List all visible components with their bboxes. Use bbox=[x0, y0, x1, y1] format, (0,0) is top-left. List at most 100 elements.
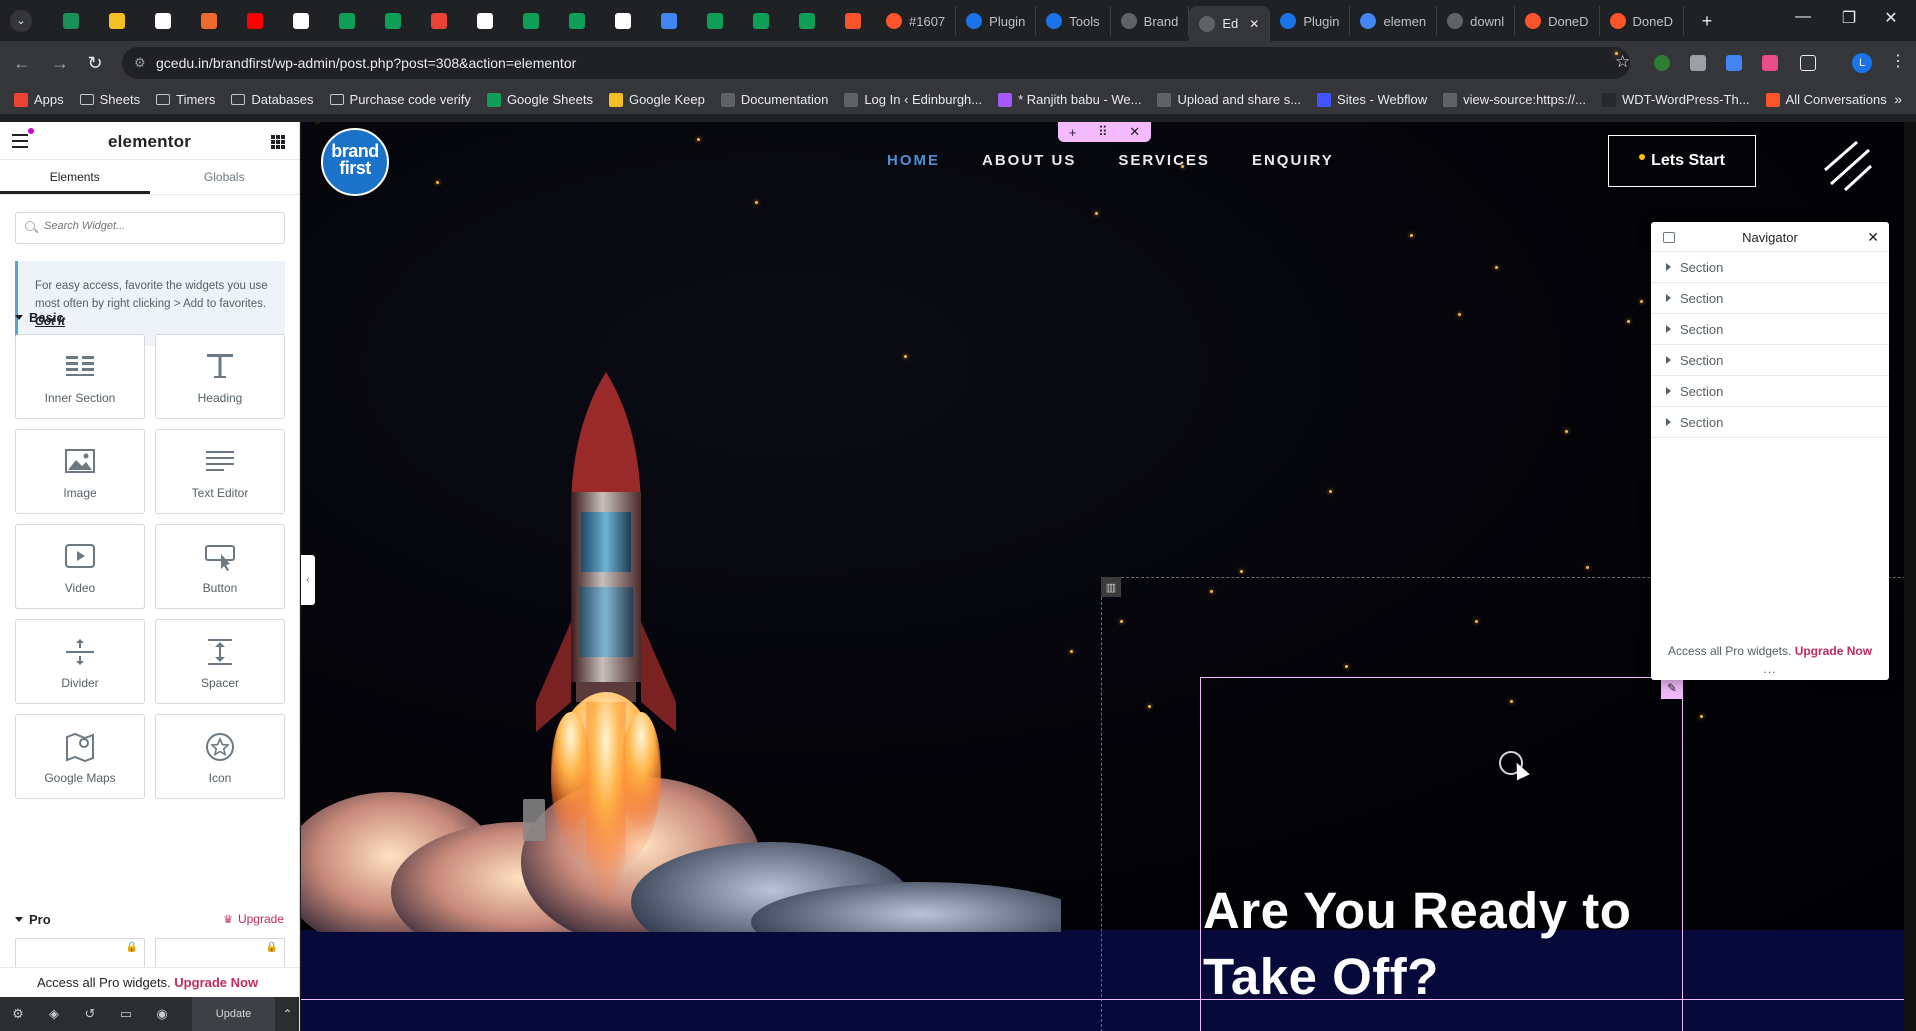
browser-tab[interactable] bbox=[600, 6, 646, 36]
browser-tab[interactable] bbox=[692, 6, 738, 36]
bookmark-item[interactable]: Sheets bbox=[79, 92, 140, 107]
widget-video[interactable]: Video bbox=[15, 524, 145, 609]
browser-tab[interactable] bbox=[738, 6, 784, 36]
close-window-icon[interactable]: ✕ bbox=[1868, 8, 1914, 28]
browser-tab[interactable] bbox=[416, 6, 462, 36]
navigator-item[interactable]: Section bbox=[1651, 345, 1889, 376]
hero-heading[interactable]: Are You Ready to Take Off? bbox=[1203, 878, 1663, 1010]
widget-spacer[interactable]: Spacer bbox=[155, 619, 285, 704]
canvas-scrollbar[interactable] bbox=[1904, 122, 1916, 1031]
search-input[interactable] bbox=[44, 220, 274, 232]
navigator-item[interactable]: Section bbox=[1651, 314, 1889, 345]
browser-tab[interactable] bbox=[370, 6, 416, 36]
extension-icon[interactable] bbox=[1654, 55, 1670, 71]
widget-inner-section[interactable]: Inner Section bbox=[15, 334, 145, 419]
navigator-item[interactable]: Section bbox=[1651, 376, 1889, 407]
navigator-resize-handle[interactable]: ... bbox=[1651, 662, 1889, 676]
url-text[interactable]: gcedu.in/brandfirst/wp-admin/post.php?po… bbox=[156, 55, 576, 71]
lets-start-button[interactable]: Lets Start bbox=[1608, 135, 1756, 187]
widget-button[interactable]: Button bbox=[155, 524, 285, 609]
element-drag-handle[interactable] bbox=[523, 799, 545, 841]
category-pro-toggle[interactable]: Pro bbox=[15, 912, 51, 927]
bookmark-item[interactable]: Purchase code verify bbox=[329, 92, 471, 107]
widget-icon[interactable]: Icon bbox=[155, 714, 285, 799]
recorder-extension-icon[interactable] bbox=[1762, 55, 1778, 71]
bookmark-item[interactable]: Documentation bbox=[720, 92, 828, 107]
preview-eye-icon[interactable]: ◉ bbox=[144, 997, 180, 1031]
profile-avatar[interactable]: L bbox=[1852, 53, 1872, 73]
history-icon[interactable]: ↺ bbox=[72, 997, 108, 1031]
nav-link-home[interactable]: HOME bbox=[887, 152, 940, 169]
close-tab-icon[interactable]: ✕ bbox=[1249, 17, 1259, 31]
browser-tab[interactable] bbox=[186, 6, 232, 36]
responsive-mode-icon[interactable]: ▭ bbox=[108, 997, 144, 1031]
tab-search-dropdown-icon[interactable]: ⌄ bbox=[10, 10, 32, 32]
browser-tab[interactable]: Plugin bbox=[956, 6, 1037, 36]
browser-tab[interactable]: Tools bbox=[1036, 6, 1111, 36]
browser-tab[interactable] bbox=[140, 6, 186, 36]
caret-right-icon[interactable] bbox=[1666, 418, 1671, 426]
navigator-close-icon[interactable]: ✕ bbox=[1867, 229, 1879, 246]
forward-icon[interactable]: → bbox=[48, 51, 72, 75]
nav-link-about-us[interactable]: ABOUT US bbox=[982, 152, 1076, 169]
menu-slash-icon[interactable] bbox=[1821, 140, 1873, 192]
widgets-grid-icon[interactable] bbox=[271, 135, 285, 149]
update-options-chevron-icon[interactable]: ⌃ bbox=[275, 997, 299, 1031]
browser-menu-icon[interactable]: ⋮ bbox=[1890, 51, 1906, 71]
widget-google-maps[interactable]: Google Maps bbox=[15, 714, 145, 799]
caret-right-icon[interactable] bbox=[1666, 387, 1671, 395]
browser-tab[interactable]: Ed ✕ bbox=[1189, 6, 1271, 41]
navigator-item[interactable]: Section bbox=[1651, 407, 1889, 438]
extensions-puzzle-icon[interactable] bbox=[1800, 55, 1816, 71]
navigator-upgrade-link[interactable]: Upgrade Now bbox=[1795, 644, 1872, 658]
navigator-item[interactable]: Section bbox=[1651, 252, 1889, 283]
browser-tab[interactable] bbox=[830, 6, 876, 36]
category-basic-toggle[interactable]: Basic bbox=[15, 310, 64, 325]
bookmark-item[interactable]: Log In ‹ Edinburgh... bbox=[844, 92, 982, 107]
brand-logo[interactable]: brand first bbox=[321, 128, 389, 196]
settings-gear-icon[interactable]: ⚙ bbox=[0, 997, 36, 1031]
browser-tab[interactable]: elemen bbox=[1350, 6, 1438, 36]
caret-right-icon[interactable] bbox=[1666, 263, 1671, 271]
minimize-icon[interactable]: — bbox=[1780, 8, 1826, 26]
search-widget-field[interactable] bbox=[15, 212, 285, 244]
update-button[interactable]: Update bbox=[192, 997, 276, 1031]
bookmark-item[interactable]: Upload and share s... bbox=[1157, 92, 1301, 107]
nav-link-services[interactable]: SERVICES bbox=[1118, 152, 1210, 169]
pro-widget-locked[interactable]: 🔒 bbox=[15, 938, 145, 968]
browser-tab[interactable] bbox=[508, 6, 554, 36]
bookmark-item[interactable]: Sites - Webflow bbox=[1317, 92, 1427, 107]
browser-tab[interactable] bbox=[48, 6, 94, 36]
tab-globals[interactable]: Globals bbox=[150, 160, 300, 194]
more-bookmarks-icon[interactable]: » bbox=[1894, 91, 1902, 107]
column-handle-icon[interactable]: ▥ bbox=[1101, 577, 1121, 597]
browser-tab[interactable]: #1607 bbox=[876, 6, 957, 36]
browser-tab[interactable] bbox=[554, 6, 600, 36]
bookmark-item[interactable]: Google Sheets bbox=[486, 92, 593, 107]
browser-tab[interactable] bbox=[232, 6, 278, 36]
browser-tab[interactable]: Brand bbox=[1111, 6, 1190, 36]
edit-pencil-icon[interactable]: ✎ bbox=[1661, 677, 1683, 699]
widget-text-editor[interactable]: Text Editor bbox=[155, 429, 285, 514]
browser-tab[interactable] bbox=[278, 6, 324, 36]
bookmark-item[interactable]: Databases bbox=[231, 92, 314, 107]
upgrade-now-link[interactable]: Upgrade Now bbox=[174, 975, 258, 990]
collapse-panel-icon[interactable]: ‹ bbox=[301, 555, 315, 605]
nav-link-enquiry[interactable]: ENQUIRY bbox=[1252, 152, 1334, 169]
restore-icon[interactable]: ❐ bbox=[1826, 8, 1872, 28]
camera-extension-icon[interactable] bbox=[1690, 55, 1706, 71]
browser-tab[interactable] bbox=[94, 6, 140, 36]
browser-tab[interactable]: DoneD bbox=[1600, 6, 1685, 36]
new-tab-button[interactable]: + bbox=[1684, 6, 1730, 36]
reload-icon[interactable]: ↻ bbox=[83, 51, 107, 75]
bookmark-item[interactable]: All Conversations bbox=[1765, 92, 1887, 107]
browser-tab[interactable] bbox=[646, 6, 692, 36]
browser-tab[interactable] bbox=[324, 6, 370, 36]
caret-right-icon[interactable] bbox=[1666, 325, 1671, 333]
browser-tab[interactable]: DoneD bbox=[1515, 6, 1600, 36]
browser-tab[interactable]: downl bbox=[1437, 6, 1516, 36]
bookmark-item[interactable]: view-source:https://... bbox=[1443, 92, 1586, 107]
browser-tab[interactable]: Plugin bbox=[1270, 6, 1351, 36]
bookmark-item[interactable]: Apps bbox=[14, 92, 64, 107]
widget-image[interactable]: Image bbox=[15, 429, 145, 514]
